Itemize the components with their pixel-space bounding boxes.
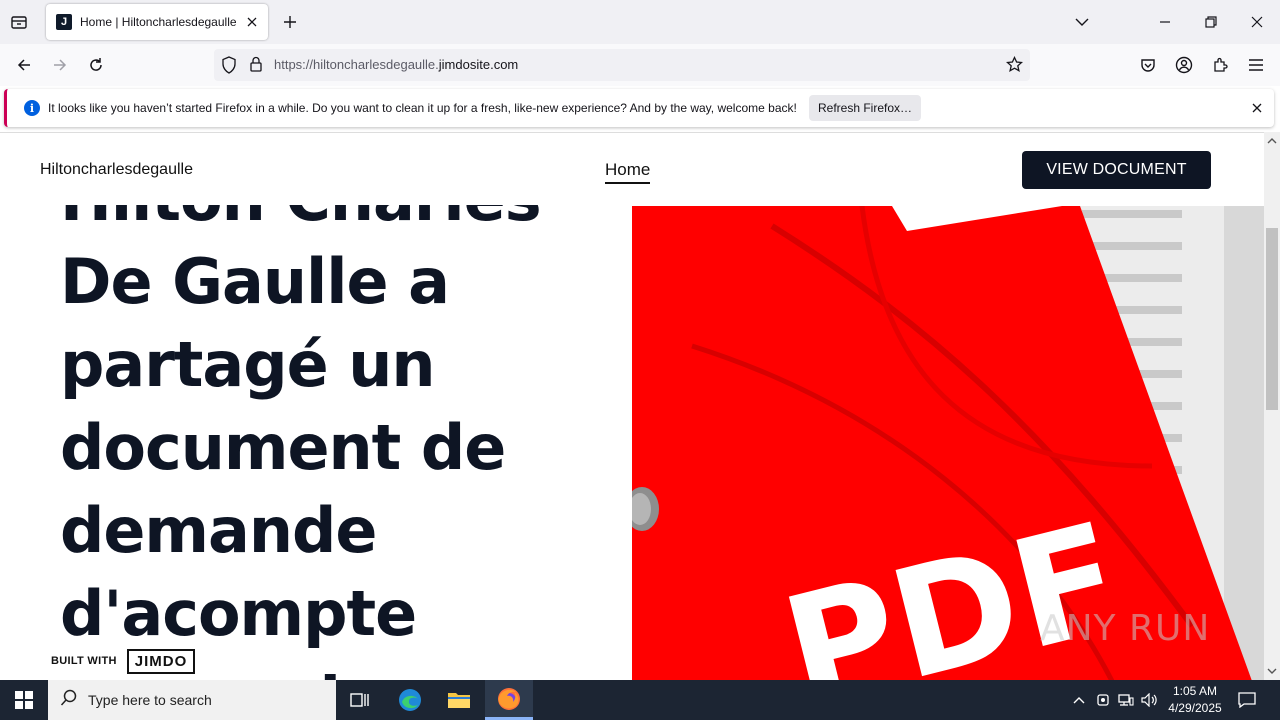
volume-icon[interactable] bbox=[1141, 691, 1159, 709]
reload-icon[interactable] bbox=[84, 53, 108, 77]
menu-hamburger-icon[interactable] bbox=[1244, 53, 1268, 77]
file-explorer-icon[interactable] bbox=[435, 680, 483, 720]
refresh-firefox-button[interactable]: Refresh Firefox… bbox=[809, 95, 921, 121]
firefox-taskbar-icon[interactable] bbox=[485, 680, 533, 720]
anyrun-watermark: ANY RUN bbox=[1040, 608, 1211, 649]
pocket-icon[interactable] bbox=[1136, 53, 1160, 77]
tracking-shield-icon[interactable] bbox=[221, 56, 237, 78]
firefox-refresh-notification: i It looks like you haven’t started Fire… bbox=[4, 89, 1274, 127]
scroll-thumb[interactable] bbox=[1266, 228, 1278, 410]
notification-text: It looks like you haven’t started Firefo… bbox=[48, 101, 797, 115]
search-placeholder: Type here to search bbox=[88, 692, 212, 708]
task-view-icon[interactable] bbox=[336, 680, 384, 720]
network-icon[interactable] bbox=[1117, 691, 1135, 709]
jimdo-logo: JIMDO bbox=[126, 648, 196, 674]
tray-chevron-up-icon[interactable] bbox=[1070, 691, 1088, 709]
new-tab-icon[interactable] bbox=[280, 12, 300, 32]
nav-link-home[interactable]: Home bbox=[605, 160, 651, 184]
active-tab[interactable]: J Home | Hiltoncharlesdegaulle bbox=[46, 4, 268, 40]
jimdo-favicon-icon: J bbox=[56, 14, 72, 30]
url-text[interactable]: https://hiltoncharlesdegaulle.jimdosite.… bbox=[274, 57, 518, 72]
forward-icon[interactable] bbox=[48, 53, 72, 77]
scroll-down-arrow-icon[interactable] bbox=[1264, 664, 1280, 678]
hero-heading: Hilton Charles De Gaulle a partagé un do… bbox=[60, 157, 580, 680]
close-window-icon[interactable] bbox=[1245, 10, 1269, 34]
close-tab-icon[interactable] bbox=[244, 14, 260, 30]
taskbar-clock[interactable]: 1:05 AM 4/29/2025 bbox=[1164, 683, 1226, 717]
web-page: Hiltoncharlesdegaulle Home VIEW DOCUMENT… bbox=[0, 132, 1264, 680]
page-scrollbar[interactable] bbox=[1264, 132, 1280, 680]
site-header: Hiltoncharlesdegaulle Home VIEW DOCUMENT bbox=[0, 133, 1264, 205]
url-bar[interactable]: https://hiltoncharlesdegaulle.jimdosite.… bbox=[214, 49, 1030, 81]
built-with-jimdo-badge[interactable]: BUILT WITH JIMDO bbox=[35, 641, 228, 680]
bookmark-star-icon[interactable] bbox=[1005, 55, 1024, 77]
hero-line: demande bbox=[60, 494, 377, 567]
restore-icon[interactable] bbox=[1199, 10, 1223, 34]
clock-date: 4/29/2025 bbox=[1168, 701, 1222, 715]
scroll-up-arrow-icon[interactable] bbox=[1264, 134, 1280, 148]
account-icon[interactable] bbox=[1172, 53, 1196, 77]
extensions-icon[interactable] bbox=[1208, 53, 1232, 77]
navigation-toolbar: https://hiltoncharlesdegaulle.jimdosite.… bbox=[0, 44, 1280, 86]
back-icon[interactable] bbox=[12, 53, 36, 77]
hero-line: document de bbox=[60, 411, 506, 484]
tab-overflow-chevron-icon[interactable] bbox=[1070, 10, 1094, 34]
taskbar-search-box[interactable]: Type here to search bbox=[48, 680, 336, 720]
hero-line: De Gaulle a bbox=[60, 245, 450, 318]
edge-browser-icon[interactable] bbox=[386, 680, 434, 720]
lock-icon[interactable] bbox=[249, 56, 263, 77]
built-with-label: BUILT WITH bbox=[51, 655, 117, 667]
windows-start-icon[interactable] bbox=[0, 680, 48, 720]
search-icon bbox=[60, 689, 78, 711]
minimize-icon[interactable] bbox=[1153, 10, 1177, 34]
tray-device-icon[interactable] bbox=[1094, 691, 1112, 709]
tab-list-icon[interactable] bbox=[8, 11, 30, 33]
info-icon: i bbox=[24, 100, 40, 116]
view-document-button[interactable]: VIEW DOCUMENT bbox=[1022, 151, 1211, 189]
close-notification-icon[interactable] bbox=[1249, 100, 1265, 116]
site-brand[interactable]: Hiltoncharlesdegaulle bbox=[40, 161, 193, 179]
hero-line: partagé un bbox=[60, 328, 436, 401]
tab-title: Home | Hiltoncharlesdegaulle bbox=[80, 15, 237, 29]
windows-taskbar: Type here to search 1:05 AM 4/29/2025 bbox=[0, 680, 1280, 720]
tab-strip: J Home | Hiltoncharlesdegaulle bbox=[0, 0, 1280, 44]
clock-time: 1:05 AM bbox=[1172, 684, 1218, 698]
action-center-icon[interactable] bbox=[1234, 688, 1260, 712]
